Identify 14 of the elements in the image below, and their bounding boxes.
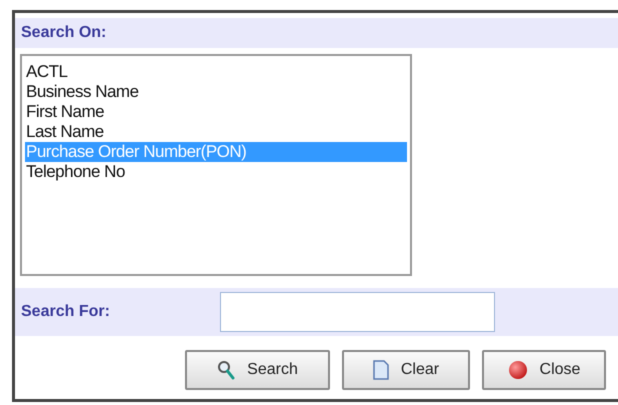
list-option[interactable]: Business Name	[25, 82, 407, 102]
list-option[interactable]: ACTL	[25, 62, 407, 82]
search-button[interactable]: Search	[185, 350, 330, 390]
clear-button[interactable]: Clear	[342, 350, 470, 390]
list-option[interactable]: Telephone No	[25, 162, 407, 182]
options-listbox[interactable]: ACTL Business Name First Name Last Name Purchase Order Number(PON) Telephone No	[20, 54, 412, 276]
list-option[interactable]: First Name	[25, 102, 407, 122]
search-on-label: Search On:	[21, 23, 106, 43]
search-icon	[217, 360, 236, 380]
list-option[interactable]: Last Name	[25, 122, 407, 142]
document-icon	[372, 360, 389, 380]
search-input-field[interactable]	[220, 292, 495, 332]
search-for-label: Search For:	[21, 302, 111, 322]
close-button[interactable]: Close	[482, 350, 606, 390]
